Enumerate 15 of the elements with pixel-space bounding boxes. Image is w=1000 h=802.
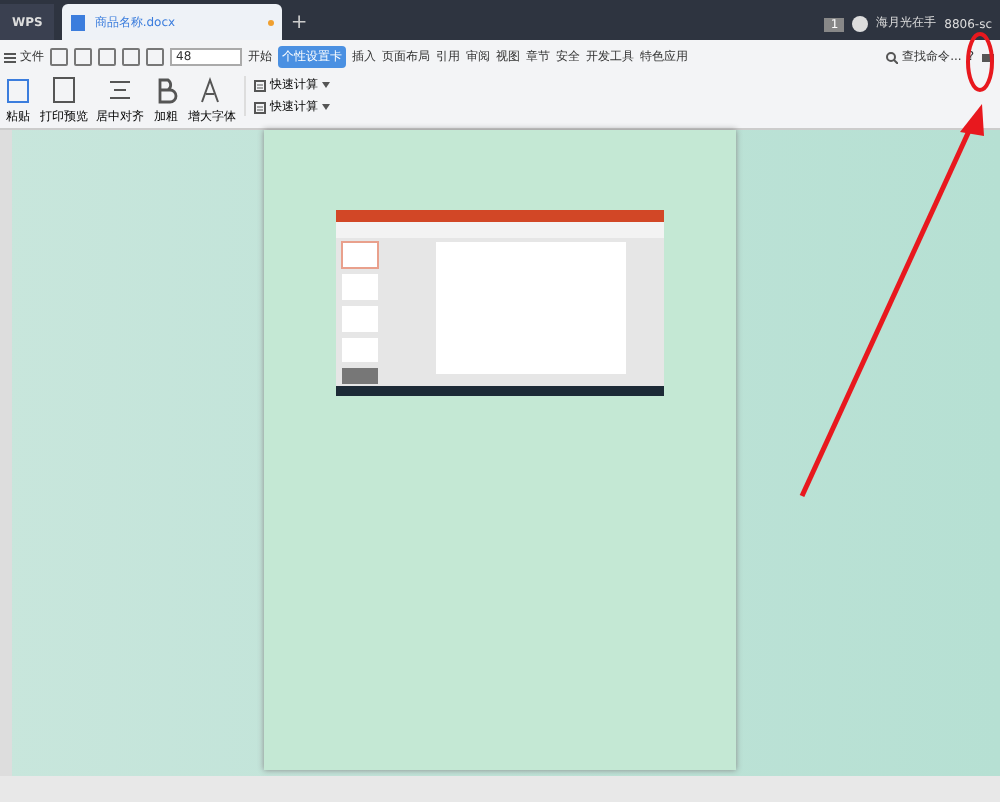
preview-icon [50, 76, 78, 104]
collapse-icon[interactable] [980, 49, 996, 65]
search-icon [886, 51, 899, 63]
calculator-icon [254, 101, 266, 113]
unsaved-dot [268, 19, 275, 25]
menu-icon [4, 51, 16, 63]
new-tab-button[interactable]: + [290, 4, 308, 40]
calculator-icon [254, 79, 266, 91]
align-center-icon [106, 76, 134, 104]
annotation-ellipse [966, 32, 994, 92]
clipboard-icon [4, 76, 32, 104]
document-icon [70, 13, 87, 31]
caret-icon [322, 104, 330, 110]
avatar-icon[interactable] [852, 16, 869, 32]
caret-icon [322, 82, 330, 88]
